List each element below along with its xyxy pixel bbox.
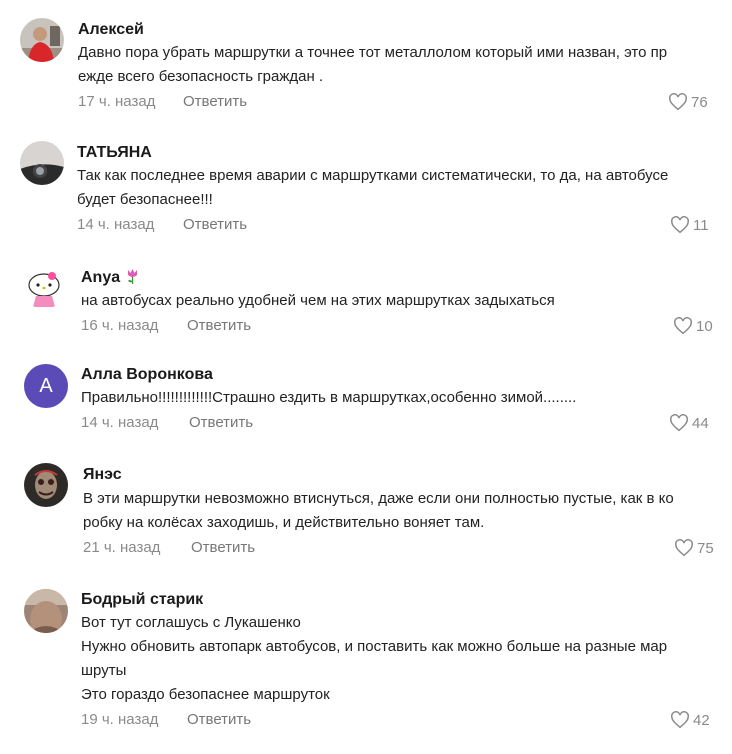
- author-name: Anya: [81, 269, 121, 286]
- comment-text: на автобусах реально удобней чем на этих…: [81, 289, 721, 313]
- comment-timestamp: 17 ч. назад: [78, 93, 156, 110]
- like-count: 42: [693, 711, 710, 729]
- like-button[interactable]: 11: [670, 216, 709, 234]
- heart-icon: [668, 93, 688, 111]
- heart-icon: [669, 414, 689, 432]
- like-count: 44: [692, 414, 709, 432]
- comment-author[interactable]: Алла Воронкова: [81, 366, 213, 384]
- comment-text: В эти маршрутки невозможно втиснуться, д…: [83, 487, 723, 535]
- comment-author[interactable]: Алексей: [78, 21, 144, 39]
- comment-text-line: Так как последнее время аварии с маршрут…: [77, 167, 669, 184]
- comment-author[interactable]: Anya: [81, 268, 139, 289]
- comment-timestamp: 14 ч. назад: [77, 216, 155, 233]
- comment-text-line: Это гораздо безопаснее маршруток: [81, 686, 330, 703]
- reply-button[interactable]: Ответить: [187, 711, 251, 728]
- comment-text: Давно пора убрать маршрутки а точнее тот…: [78, 41, 718, 89]
- comment-author[interactable]: ТАТЬЯНА: [77, 144, 152, 162]
- like-count: 76: [691, 93, 708, 111]
- reply-button[interactable]: Ответить: [187, 317, 251, 334]
- heart-icon: [674, 539, 694, 557]
- avatar[interactable]: [22, 265, 66, 309]
- tulip-icon: [126, 268, 139, 289]
- avatar[interactable]: [20, 141, 64, 185]
- avatar[interactable]: [24, 589, 68, 633]
- comment-text-line: Давно пора убрать маршрутки а точнее тот…: [78, 44, 668, 61]
- like-button[interactable]: 44: [669, 414, 709, 432]
- like-button[interactable]: 10: [673, 317, 713, 335]
- comment-text-line: Нужно обновить автопарк автобусов, и пос…: [81, 638, 668, 655]
- comment-text: Вот тут соглашусь с Лукашенко Нужно обно…: [81, 611, 721, 707]
- like-count: 11: [693, 216, 709, 234]
- avatar-letter: A: [39, 374, 53, 397]
- like-count: 75: [697, 539, 714, 557]
- like-button[interactable]: 42: [670, 711, 710, 729]
- comment-timestamp: 19 ч. назад: [81, 711, 159, 728]
- heart-icon: [670, 711, 690, 729]
- heart-icon: [670, 216, 690, 234]
- comment-text-line: на автобусах реально удобней чем на этих…: [81, 292, 555, 309]
- avatar[interactable]: A: [24, 364, 68, 408]
- comment-text-line: ежде всего безопасность граждан .: [78, 68, 324, 85]
- comment-timestamp: 16 ч. назад: [81, 317, 159, 334]
- avatar[interactable]: [20, 18, 64, 62]
- comment-timestamp: 21 ч. назад: [83, 539, 161, 556]
- comment-text: Правильно!!!!!!!!!!!!!Страшно ездить в м…: [81, 386, 721, 410]
- heart-icon: [673, 317, 693, 335]
- comment-text-line: будет безопаснее!!!: [77, 191, 213, 208]
- comment-text-line: шруты: [81, 662, 127, 679]
- reply-button[interactable]: Ответить: [183, 93, 247, 110]
- avatar[interactable]: [24, 463, 68, 507]
- comment-text-line: Правильно!!!!!!!!!!!!!Страшно ездить в м…: [81, 389, 577, 406]
- like-button[interactable]: 76: [668, 93, 708, 111]
- reply-button[interactable]: Ответить: [183, 216, 247, 233]
- comment-text-line: Вот тут соглашусь с Лукашенко: [81, 614, 301, 631]
- comment-text-line: робку на колёсах заходишь, и действитель…: [83, 514, 485, 531]
- comment-author[interactable]: Янэс: [83, 466, 122, 484]
- like-button[interactable]: 75: [674, 539, 714, 557]
- reply-button[interactable]: Ответить: [189, 414, 253, 431]
- like-count: 10: [696, 317, 713, 335]
- comment-text: Так как последнее время аварии с маршрут…: [77, 164, 717, 212]
- reply-button[interactable]: Ответить: [191, 539, 255, 556]
- comment-timestamp: 14 ч. назад: [81, 414, 159, 431]
- comment-author[interactable]: Бодрый старик: [81, 591, 203, 609]
- comment-text-line: В эти маршрутки невозможно втиснуться, д…: [83, 490, 674, 507]
